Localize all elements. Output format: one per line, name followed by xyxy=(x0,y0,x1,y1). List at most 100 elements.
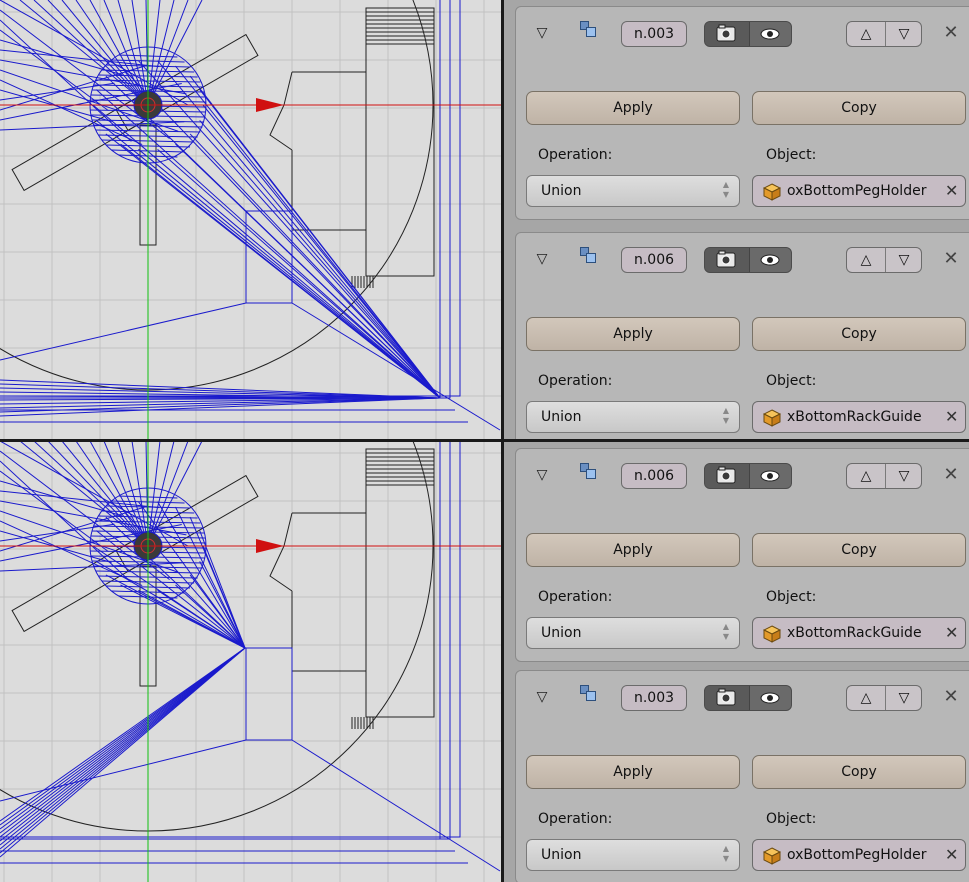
modifier-name-field[interactable]: n.006 xyxy=(621,463,687,489)
object-field[interactable]: xBottomRackGuide ✕ xyxy=(752,401,966,433)
viewport-wireframe xyxy=(0,0,502,441)
operation-label: Operation: xyxy=(538,811,613,827)
properties-editor-top: ▽ n.003 △ ▽ ✕ Apply Copy Operation: Obje… xyxy=(504,0,969,440)
clear-field-x-icon[interactable]: ✕ xyxy=(945,618,958,648)
3d-viewport-top[interactable] xyxy=(0,0,502,441)
modifier-name-field[interactable]: n.003 xyxy=(621,685,687,711)
apply-button[interactable]: Apply xyxy=(526,533,740,567)
move-up-triangle-up-icon[interactable]: △ xyxy=(847,686,885,710)
object-label: Object: xyxy=(766,147,817,163)
operation-dropdown[interactable]: Union ▲ ▼ xyxy=(526,175,740,207)
expand-triangle-icon[interactable]: ▽ xyxy=(532,687,552,707)
move-up-triangle-up-icon[interactable]: △ xyxy=(847,248,885,272)
move-updown: △ ▽ xyxy=(846,463,922,489)
dropdown-arrows-icon: ▲ ▼ xyxy=(722,844,730,863)
operation-dropdown[interactable]: Union ▲ ▼ xyxy=(526,839,740,871)
move-down-triangle-down-icon[interactable]: ▽ xyxy=(885,686,921,710)
mesh-cube-icon xyxy=(763,409,781,427)
boolean-modifier-panel: ▽ n.003 △ ▽ ✕ Apply Copy Operation: Obje… xyxy=(515,670,969,882)
object-field[interactable]: oxBottomPegHolder ✕ xyxy=(752,839,966,871)
camera-icon[interactable] xyxy=(705,248,749,272)
copy-button[interactable]: Copy xyxy=(752,91,966,125)
operation-value: Union xyxy=(541,409,582,425)
properties-editor-bottom: ▽ n.006 △ ▽ ✕ Apply Copy Operation: Obje… xyxy=(504,442,969,882)
apply-button[interactable]: Apply xyxy=(526,317,740,351)
boolean-modifier-icon xyxy=(578,683,598,703)
eye-icon[interactable] xyxy=(749,464,791,488)
mesh-cube-icon xyxy=(763,847,781,865)
operation-label: Operation: xyxy=(538,589,613,605)
apply-button[interactable]: Apply xyxy=(526,91,740,125)
render-toggles xyxy=(704,247,792,273)
boolean-modifier-icon xyxy=(578,19,598,39)
mesh-cube-icon xyxy=(763,625,781,643)
remove-close-x-icon[interactable]: ✕ xyxy=(939,21,963,45)
object-label: Object: xyxy=(766,589,817,605)
camera-icon[interactable] xyxy=(705,464,749,488)
remove-close-x-icon[interactable]: ✕ xyxy=(939,685,963,709)
boolean-modifier-icon xyxy=(578,245,598,265)
eye-icon[interactable] xyxy=(749,22,791,46)
eye-icon[interactable] xyxy=(749,248,791,272)
operation-value: Union xyxy=(541,847,582,863)
camera-icon[interactable] xyxy=(705,686,749,710)
object-label: Object: xyxy=(766,373,817,389)
dropdown-arrows-icon: ▲ ▼ xyxy=(722,406,730,425)
move-updown: △ ▽ xyxy=(846,21,922,47)
camera-icon[interactable] xyxy=(705,22,749,46)
operation-dropdown[interactable]: Union ▲ ▼ xyxy=(526,401,740,433)
object-value: oxBottomPegHolder xyxy=(787,847,927,863)
3d-viewport-bottom[interactable] xyxy=(0,441,502,882)
move-up-triangle-up-icon[interactable]: △ xyxy=(847,464,885,488)
clear-field-x-icon[interactable]: ✕ xyxy=(945,402,958,432)
move-down-triangle-down-icon[interactable]: ▽ xyxy=(885,22,921,46)
viewport-wireframe xyxy=(0,441,502,882)
clear-field-x-icon[interactable]: ✕ xyxy=(945,840,958,870)
object-field[interactable]: oxBottomPegHolder ✕ xyxy=(752,175,966,207)
expand-triangle-icon[interactable]: ▽ xyxy=(532,465,552,485)
apply-button[interactable]: Apply xyxy=(526,755,740,789)
object-value: oxBottomPegHolder xyxy=(787,183,927,199)
object-field[interactable]: xBottomRackGuide ✕ xyxy=(752,617,966,649)
remove-close-x-icon[interactable]: ✕ xyxy=(939,247,963,271)
move-updown: △ ▽ xyxy=(846,247,922,273)
remove-close-x-icon[interactable]: ✕ xyxy=(939,463,963,487)
render-toggles xyxy=(704,21,792,47)
object-label: Object: xyxy=(766,811,817,827)
move-up-triangle-up-icon[interactable]: △ xyxy=(847,22,885,46)
clear-field-x-icon[interactable]: ✕ xyxy=(945,176,958,206)
mesh-cube-icon xyxy=(763,183,781,201)
expand-triangle-icon[interactable]: ▽ xyxy=(532,249,552,269)
viewport-grid xyxy=(0,441,502,882)
modifier-name-field[interactable]: n.006 xyxy=(621,247,687,273)
boolean-modifier-panel: ▽ n.006 △ ▽ ✕ Apply Copy Operation: Obje… xyxy=(515,232,969,440)
operation-value: Union xyxy=(541,183,582,199)
move-down-triangle-down-icon[interactable]: ▽ xyxy=(885,464,921,488)
render-toggles xyxy=(704,463,792,489)
operation-value: Union xyxy=(541,625,582,641)
render-toggles xyxy=(704,685,792,711)
modifier-name-field[interactable]: n.003 xyxy=(621,21,687,47)
boolean-modifier-icon xyxy=(578,461,598,481)
boolean-modifier-panel: ▽ n.006 △ ▽ ✕ Apply Copy Operation: Obje… xyxy=(515,448,969,662)
operation-dropdown[interactable]: Union ▲ ▼ xyxy=(526,617,740,649)
modifier-header: ▽ n.006 △ ▽ ✕ xyxy=(516,233,969,283)
modifier-header: ▽ n.003 △ ▽ ✕ xyxy=(516,671,969,721)
operation-label: Operation: xyxy=(538,147,613,163)
expand-triangle-icon[interactable]: ▽ xyxy=(532,23,552,43)
viewport-grid xyxy=(0,0,502,441)
eye-icon[interactable] xyxy=(749,686,791,710)
copy-button[interactable]: Copy xyxy=(752,317,966,351)
move-down-triangle-down-icon[interactable]: ▽ xyxy=(885,248,921,272)
operation-label: Operation: xyxy=(538,373,613,389)
object-value: xBottomRackGuide xyxy=(787,625,922,641)
copy-button[interactable]: Copy xyxy=(752,755,966,789)
dropdown-arrows-icon: ▲ ▼ xyxy=(722,180,730,199)
object-value: xBottomRackGuide xyxy=(787,409,922,425)
modifier-header: ▽ n.006 △ ▽ ✕ xyxy=(516,449,969,499)
dropdown-arrows-icon: ▲ ▼ xyxy=(722,622,730,641)
move-updown: △ ▽ xyxy=(846,685,922,711)
copy-button[interactable]: Copy xyxy=(752,533,966,567)
area-divider-horizontal[interactable] xyxy=(0,439,969,442)
modifier-header: ▽ n.003 △ ▽ ✕ xyxy=(516,7,969,57)
